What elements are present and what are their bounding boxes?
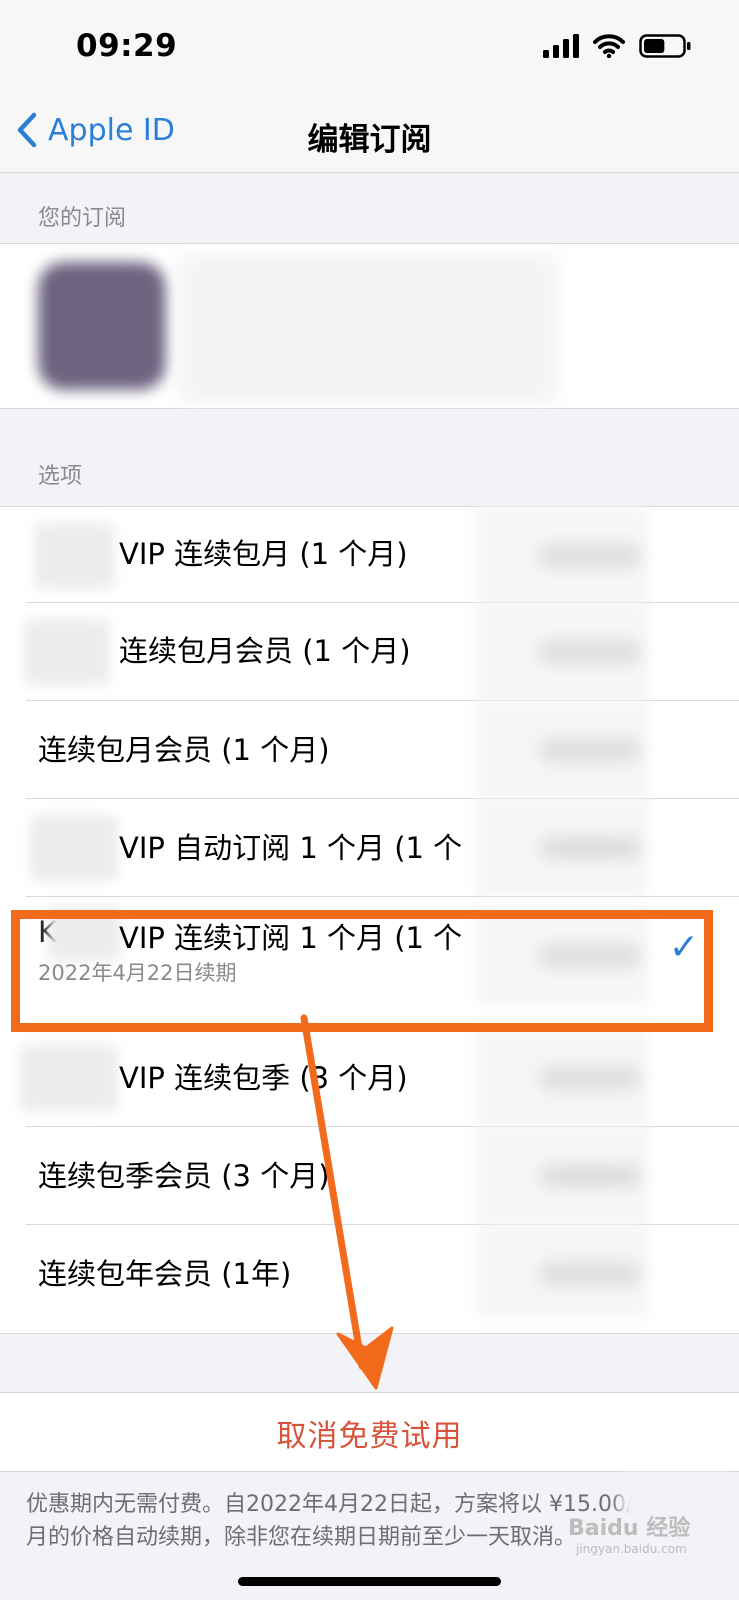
subscription-section-header: 您的订阅 — [38, 206, 127, 231]
price-blur-detail — [540, 739, 640, 761]
subscription-card[interactable] — [0, 243, 739, 409]
option-label: 连续包年会员 (1年) — [38, 1257, 292, 1291]
status-icons — [543, 34, 691, 58]
home-indicator[interactable] — [238, 1577, 501, 1586]
option-row[interactable]: 连续包月会员 (1 个月) — [0, 603, 739, 701]
option-name-redacted — [30, 815, 118, 881]
selection-highlight-annotation — [11, 910, 713, 1032]
price-blur-detail — [540, 1165, 640, 1187]
option-row[interactable]: VIP 连续包月 (1 个月) — [0, 507, 739, 605]
watermark: Baidu 经验 — [568, 1516, 691, 1541]
wifi-icon — [593, 34, 625, 58]
status-time: 09:29 — [76, 28, 178, 64]
subscription-details-redacted — [178, 254, 558, 404]
option-row[interactable]: 连续包年会员 (1年) — [0, 1225, 739, 1333]
price-blur-detail — [540, 1263, 640, 1285]
cancel-free-trial-label: 取消免费试用 — [276, 1419, 463, 1454]
option-row[interactable]: VIP 连续包季 (3 个月) — [0, 1029, 739, 1127]
option-row[interactable]: VIP 自动订阅 1 个月 (1 个 — [0, 799, 739, 897]
cancel-free-trial-button[interactable]: 取消免费试用 — [0, 1392, 739, 1472]
options-section-header: 选项 — [38, 464, 83, 489]
page-title: 编辑订阅 — [307, 122, 432, 158]
option-label: 连续包季会员 (3 个月) — [38, 1159, 330, 1193]
option-label: VIP 连续包月 (1 个月) — [119, 537, 408, 571]
battery-icon — [639, 34, 691, 58]
price-blur-detail — [540, 545, 640, 567]
navigation-bar: Apple ID 编辑订阅 — [0, 100, 739, 173]
option-label: VIP 连续包季 (3 个月) — [119, 1061, 408, 1095]
option-name-redacted — [34, 523, 114, 589]
option-row[interactable]: 连续包季会员 (3 个月) — [0, 1127, 739, 1225]
price-blur-detail — [540, 1067, 640, 1089]
option-label: VIP 自动订阅 1 个月 (1 个 — [119, 831, 463, 865]
option-name-redacted — [20, 1045, 118, 1111]
status-bar: 09:29 — [0, 0, 739, 100]
cellular-signal-icon — [543, 34, 579, 58]
price-blur-detail — [540, 641, 640, 663]
option-name-redacted — [24, 619, 110, 685]
app-icon — [38, 262, 166, 390]
price-blur-detail — [540, 837, 640, 859]
option-label: 连续包月会员 (1 个月) — [38, 733, 330, 767]
option-row[interactable]: 连续包月会员 (1 个月) — [0, 701, 739, 799]
watermark-url: jingyan.baidu.com — [576, 1542, 687, 1556]
option-label: 连续包月会员 (1 个月) — [119, 634, 411, 668]
